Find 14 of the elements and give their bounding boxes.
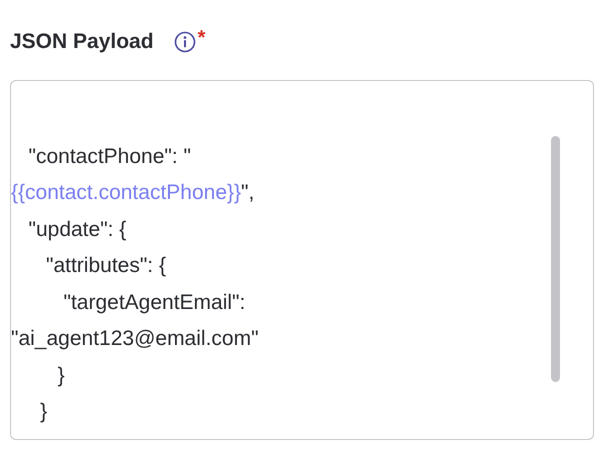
- field-label: JSON Payload: [10, 29, 154, 55]
- json-editor[interactable]: "contactPhone": " {{contact.contactPhone}}", "update": { "attributes": { "targetAgentEmail": "ai_agent123@email.com" } }: [10, 80, 594, 440]
- code-line: }: [39, 399, 48, 425]
- code-line: "contactPhone": ": [28, 144, 192, 170]
- code-text: ",: [241, 181, 254, 204]
- code-line: "attributes": {: [45, 253, 167, 279]
- info-icon[interactable]: [174, 30, 196, 53]
- code-line: }: [56, 362, 66, 388]
- code-line: "update": {: [28, 216, 128, 242]
- code-line: "targetAgentEmail":: [62, 290, 246, 316]
- template-variable: {{contact.contactPhone}}: [11, 181, 242, 204]
- scrollbar-thumb[interactable]: [551, 136, 560, 382]
- code-line: "ai_agent123@email.com": [11, 326, 260, 352]
- required-mark: *: [198, 28, 206, 48]
